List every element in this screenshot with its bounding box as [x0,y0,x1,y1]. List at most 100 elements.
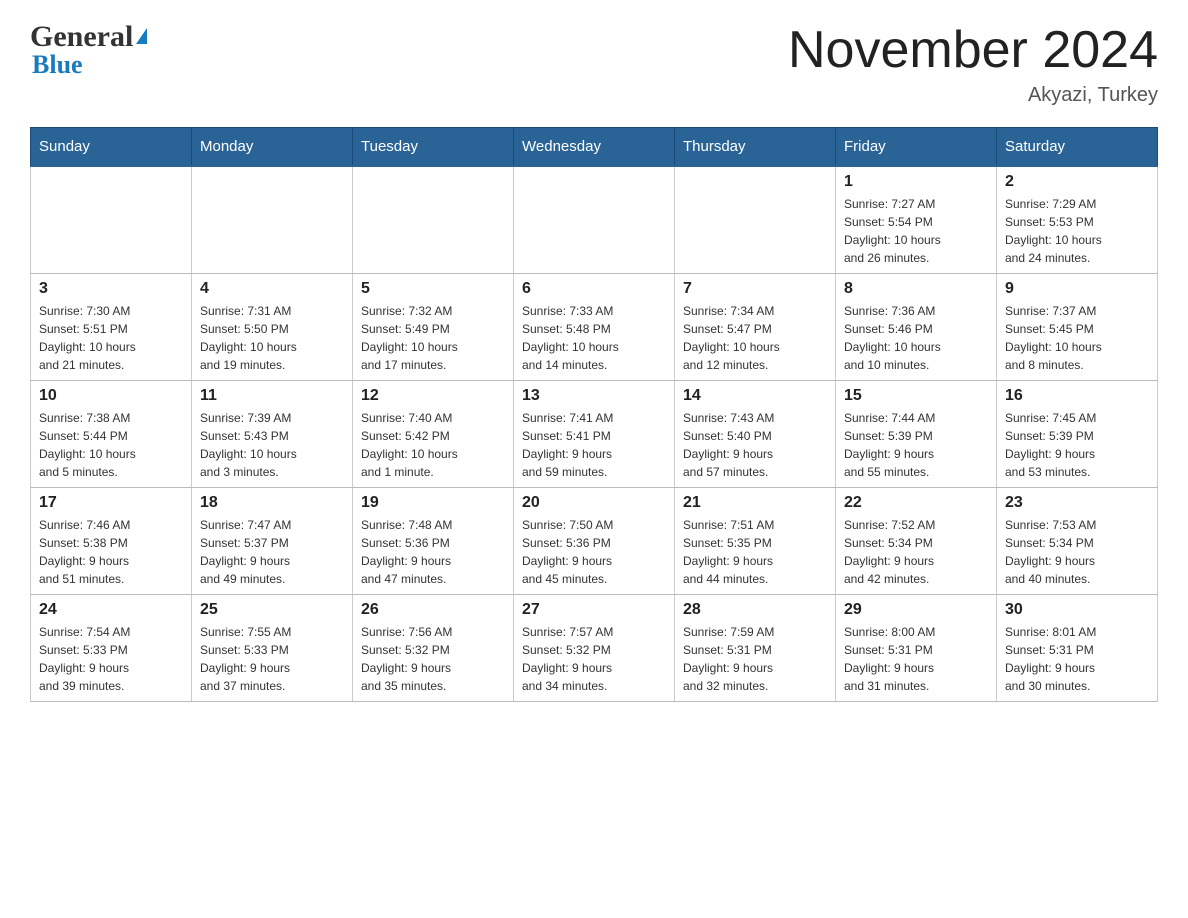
calendar: SundayMondayTuesdayWednesdayThursdayFrid… [30,127,1158,702]
calendar-cell: 11 Sunrise: 7:39 AMSunset: 5:43 PMDayligh… [192,381,353,488]
day-info: Sunrise: 7:53 AMSunset: 5:34 PMDaylight:… [1005,516,1149,588]
day-number: 6 [522,280,666,298]
day-number: 21 [683,494,827,512]
day-info: Sunrise: 7:51 AMSunset: 5:35 PMDaylight:… [683,516,827,588]
day-number: 24 [39,601,183,619]
day-number: 22 [844,494,988,512]
calendar-body: 1 Sunrise: 7:27 AMSunset: 5:54 PMDaylight… [31,166,1158,702]
week-row-0: 1 Sunrise: 7:27 AMSunset: 5:54 PMDaylight… [31,166,1158,274]
calendar-cell: 4 Sunrise: 7:31 AMSunset: 5:50 PMDaylight… [192,274,353,381]
calendar-cell [675,166,836,274]
day-number: 12 [361,387,505,405]
week-row-1: 3 Sunrise: 7:30 AMSunset: 5:51 PMDaylight… [31,274,1158,381]
location: Akyazi, Turkey [788,84,1158,107]
day-number: 11 [200,387,344,405]
calendar-cell: 28 Sunrise: 7:59 AMSunset: 5:31 PMDayligh… [675,595,836,702]
calendar-cell: 1 Sunrise: 7:27 AMSunset: 5:54 PMDaylight… [836,166,997,274]
calendar-cell: 30 Sunrise: 8:01 AMSunset: 5:31 PMDayligh… [997,595,1158,702]
calendar-cell: 9Sunrise: 7:37 AMSunset: 5:45 PMDaylight… [997,274,1158,381]
calendar-cell: 26 Sunrise: 7:56 AMSunset: 5:32 PMDayligh… [353,595,514,702]
day-info: Sunrise: 7:59 AMSunset: 5:31 PMDaylight:… [683,623,827,695]
day-info: Sunrise: 8:00 AMSunset: 5:31 PMDaylight:… [844,623,988,695]
day-number: 2 [1005,173,1149,191]
calendar-cell: 10 Sunrise: 7:38 AMSunset: 5:44 PMDayligh… [31,381,192,488]
calendar-cell: 5Sunrise: 7:32 AMSunset: 5:49 PMDaylight… [353,274,514,381]
calendar-cell: 16Sunrise: 7:45 AMSunset: 5:39 PMDayligh… [997,381,1158,488]
calendar-cell: 22 Sunrise: 7:52 AMSunset: 5:34 PMDayligh… [836,488,997,595]
month-title: November 2024 [788,20,1158,80]
calendar-cell: 17Sunrise: 7:46 AMSunset: 5:38 PMDayligh… [31,488,192,595]
calendar-cell: 27Sunrise: 7:57 AMSunset: 5:32 PMDayligh… [514,595,675,702]
week-row-3: 17Sunrise: 7:46 AMSunset: 5:38 PMDayligh… [31,488,1158,595]
calendar-cell [514,166,675,274]
day-number: 27 [522,601,666,619]
day-info: Sunrise: 7:43 AMSunset: 5:40 PMDaylight:… [683,409,827,481]
day-info: Sunrise: 7:48 AMSunset: 5:36 PMDaylight:… [361,516,505,588]
day-info: Sunrise: 7:38 AMSunset: 5:44 PMDaylight:… [39,409,183,481]
day-number: 23 [1005,494,1149,512]
calendar-cell [192,166,353,274]
day-info: Sunrise: 7:54 AMSunset: 5:33 PMDaylight:… [39,623,183,695]
calendar-cell: 7Sunrise: 7:34 AMSunset: 5:47 PMDaylight… [675,274,836,381]
logo: General Blue [30,20,147,80]
weekday-header-saturday: Saturday [997,128,1158,167]
weekday-header-friday: Friday [836,128,997,167]
day-info: Sunrise: 7:27 AMSunset: 5:54 PMDaylight:… [844,195,988,267]
weekday-header-sunday: Sunday [31,128,192,167]
day-number: 16 [1005,387,1149,405]
logo-triangle-icon [136,28,147,44]
weekday-header-monday: Monday [192,128,353,167]
weekday-header-thursday: Thursday [675,128,836,167]
day-info: Sunrise: 7:47 AMSunset: 5:37 PMDaylight:… [200,516,344,588]
calendar-cell: 23 Sunrise: 7:53 AMSunset: 5:34 PMDayligh… [997,488,1158,595]
day-info: Sunrise: 7:40 AMSunset: 5:42 PMDaylight:… [361,409,505,481]
day-number: 4 [200,280,344,298]
day-info: Sunrise: 7:50 AMSunset: 5:36 PMDaylight:… [522,516,666,588]
day-info: Sunrise: 7:31 AMSunset: 5:50 PMDaylight:… [200,302,344,374]
calendar-cell: 25Sunrise: 7:55 AMSunset: 5:33 PMDayligh… [192,595,353,702]
calendar-cell: 3 Sunrise: 7:30 AMSunset: 5:51 PMDaylight… [31,274,192,381]
logo-general-text: General [30,20,133,54]
calendar-cell: 15 Sunrise: 7:44 AMSunset: 5:39 PMDayligh… [836,381,997,488]
day-info: Sunrise: 7:41 AMSunset: 5:41 PMDaylight:… [522,409,666,481]
calendar-cell: 29Sunrise: 8:00 AMSunset: 5:31 PMDayligh… [836,595,997,702]
day-info: Sunrise: 7:29 AMSunset: 5:53 PMDaylight:… [1005,195,1149,267]
day-info: Sunrise: 7:30 AMSunset: 5:51 PMDaylight:… [39,302,183,374]
calendar-cell: 12 Sunrise: 7:40 AMSunset: 5:42 PMDayligh… [353,381,514,488]
day-info: Sunrise: 7:56 AMSunset: 5:32 PMDaylight:… [361,623,505,695]
weekday-header-tuesday: Tuesday [353,128,514,167]
calendar-cell: 21 Sunrise: 7:51 AMSunset: 5:35 PMDayligh… [675,488,836,595]
calendar-cell: 24 Sunrise: 7:54 AMSunset: 5:33 PMDayligh… [31,595,192,702]
day-info: Sunrise: 7:33 AMSunset: 5:48 PMDaylight:… [522,302,666,374]
day-info: Sunrise: 8:01 AMSunset: 5:31 PMDaylight:… [1005,623,1149,695]
day-number: 26 [361,601,505,619]
day-info: Sunrise: 7:39 AMSunset: 5:43 PMDaylight:… [200,409,344,481]
week-row-2: 10 Sunrise: 7:38 AMSunset: 5:44 PMDayligh… [31,381,1158,488]
header: General Blue November 2024 Akyazi, Turke… [30,20,1158,107]
logo-blue-text: Blue [32,50,83,80]
day-number: 1 [844,173,988,191]
day-info: Sunrise: 7:32 AMSunset: 5:49 PMDaylight:… [361,302,505,374]
day-number: 10 [39,387,183,405]
day-number: 17 [39,494,183,512]
calendar-cell: 14 Sunrise: 7:43 AMSunset: 5:40 PMDayligh… [675,381,836,488]
day-number: 30 [1005,601,1149,619]
day-info: Sunrise: 7:52 AMSunset: 5:34 PMDaylight:… [844,516,988,588]
day-info: Sunrise: 7:55 AMSunset: 5:33 PMDaylight:… [200,623,344,695]
calendar-cell: 18 Sunrise: 7:47 AMSunset: 5:37 PMDayligh… [192,488,353,595]
day-number: 9 [1005,280,1149,298]
day-number: 13 [522,387,666,405]
day-number: 3 [39,280,183,298]
calendar-cell: 20Sunrise: 7:50 AMSunset: 5:36 PMDayligh… [514,488,675,595]
calendar-cell [353,166,514,274]
day-number: 14 [683,387,827,405]
calendar-cell: 8Sunrise: 7:36 AMSunset: 5:46 PMDaylight… [836,274,997,381]
day-number: 28 [683,601,827,619]
week-row-4: 24 Sunrise: 7:54 AMSunset: 5:33 PMDayligh… [31,595,1158,702]
day-info: Sunrise: 7:44 AMSunset: 5:39 PMDaylight:… [844,409,988,481]
day-number: 7 [683,280,827,298]
day-number: 15 [844,387,988,405]
weekday-header-row: SundayMondayTuesdayWednesdayThursdayFrid… [31,128,1158,167]
calendar-cell: 2 Sunrise: 7:29 AMSunset: 5:53 PMDaylight… [997,166,1158,274]
day-number: 18 [200,494,344,512]
